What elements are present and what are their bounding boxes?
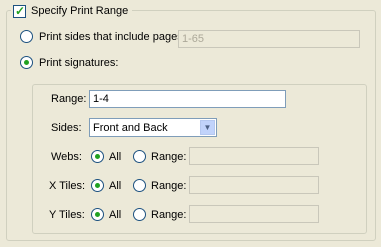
x-tiles-all-label: All	[109, 179, 122, 192]
webs-range-radio[interactable]	[133, 150, 146, 163]
x-tiles-all-option: All	[91, 179, 121, 192]
y-tiles-range-option: Range:	[133, 208, 186, 221]
webs-range-input[interactable]	[189, 147, 319, 165]
specify-print-range-checkbox[interactable]: ✓	[13, 3, 26, 18]
sides-select[interactable]: Front and Back ▼	[89, 118, 217, 137]
print-sides-row: Print sides that include pages:	[20, 30, 186, 43]
x-tiles-range-radio[interactable]	[133, 179, 146, 192]
y-tiles-range-input[interactable]	[189, 205, 319, 223]
print-sides-radio[interactable]	[20, 30, 33, 43]
x-tiles-all-radio[interactable]	[91, 179, 104, 192]
webs-all-option: All	[91, 150, 121, 163]
y-tiles-all-label: All	[109, 208, 122, 221]
webs-all-label: All	[109, 150, 122, 163]
x-tiles-label: X Tiles:	[49, 180, 86, 192]
webs-range-option: Range:	[133, 150, 186, 163]
sides-select-value: Front and Back	[93, 121, 168, 134]
sides-label: Sides:	[51, 122, 82, 134]
webs-all-radio[interactable]	[91, 150, 104, 163]
y-tiles-all-radio[interactable]	[91, 208, 104, 221]
webs-range-label: Range:	[151, 150, 187, 163]
print-sides-pages-input[interactable]: 1-65	[178, 30, 360, 48]
x-tiles-range-label: Range:	[151, 179, 187, 192]
y-tiles-range-label: Range:	[151, 208, 187, 221]
print-signatures-label: Print signatures:	[39, 56, 119, 69]
chevron-down-icon[interactable]: ▼	[200, 120, 215, 135]
y-tiles-range-radio[interactable]	[133, 208, 146, 221]
range-label: Range:	[51, 93, 87, 105]
specify-print-range-legend: ✓ Specify Print Range	[11, 3, 133, 19]
print-signatures-row: Print signatures:	[20, 56, 118, 69]
x-tiles-range-option: Range:	[133, 179, 186, 192]
y-tiles-all-option: All	[91, 208, 121, 221]
print-sides-label: Print sides that include pages:	[39, 30, 186, 43]
checkmark-icon: ✓	[15, 3, 26, 18]
print-signatures-radio[interactable]	[20, 56, 33, 69]
range-input[interactable]: 1-4	[89, 90, 286, 108]
x-tiles-range-input[interactable]	[189, 176, 319, 194]
webs-label: Webs:	[51, 151, 82, 163]
specify-print-range-label: Specify Print Range	[31, 5, 129, 17]
y-tiles-label: Y Tiles:	[49, 209, 85, 221]
